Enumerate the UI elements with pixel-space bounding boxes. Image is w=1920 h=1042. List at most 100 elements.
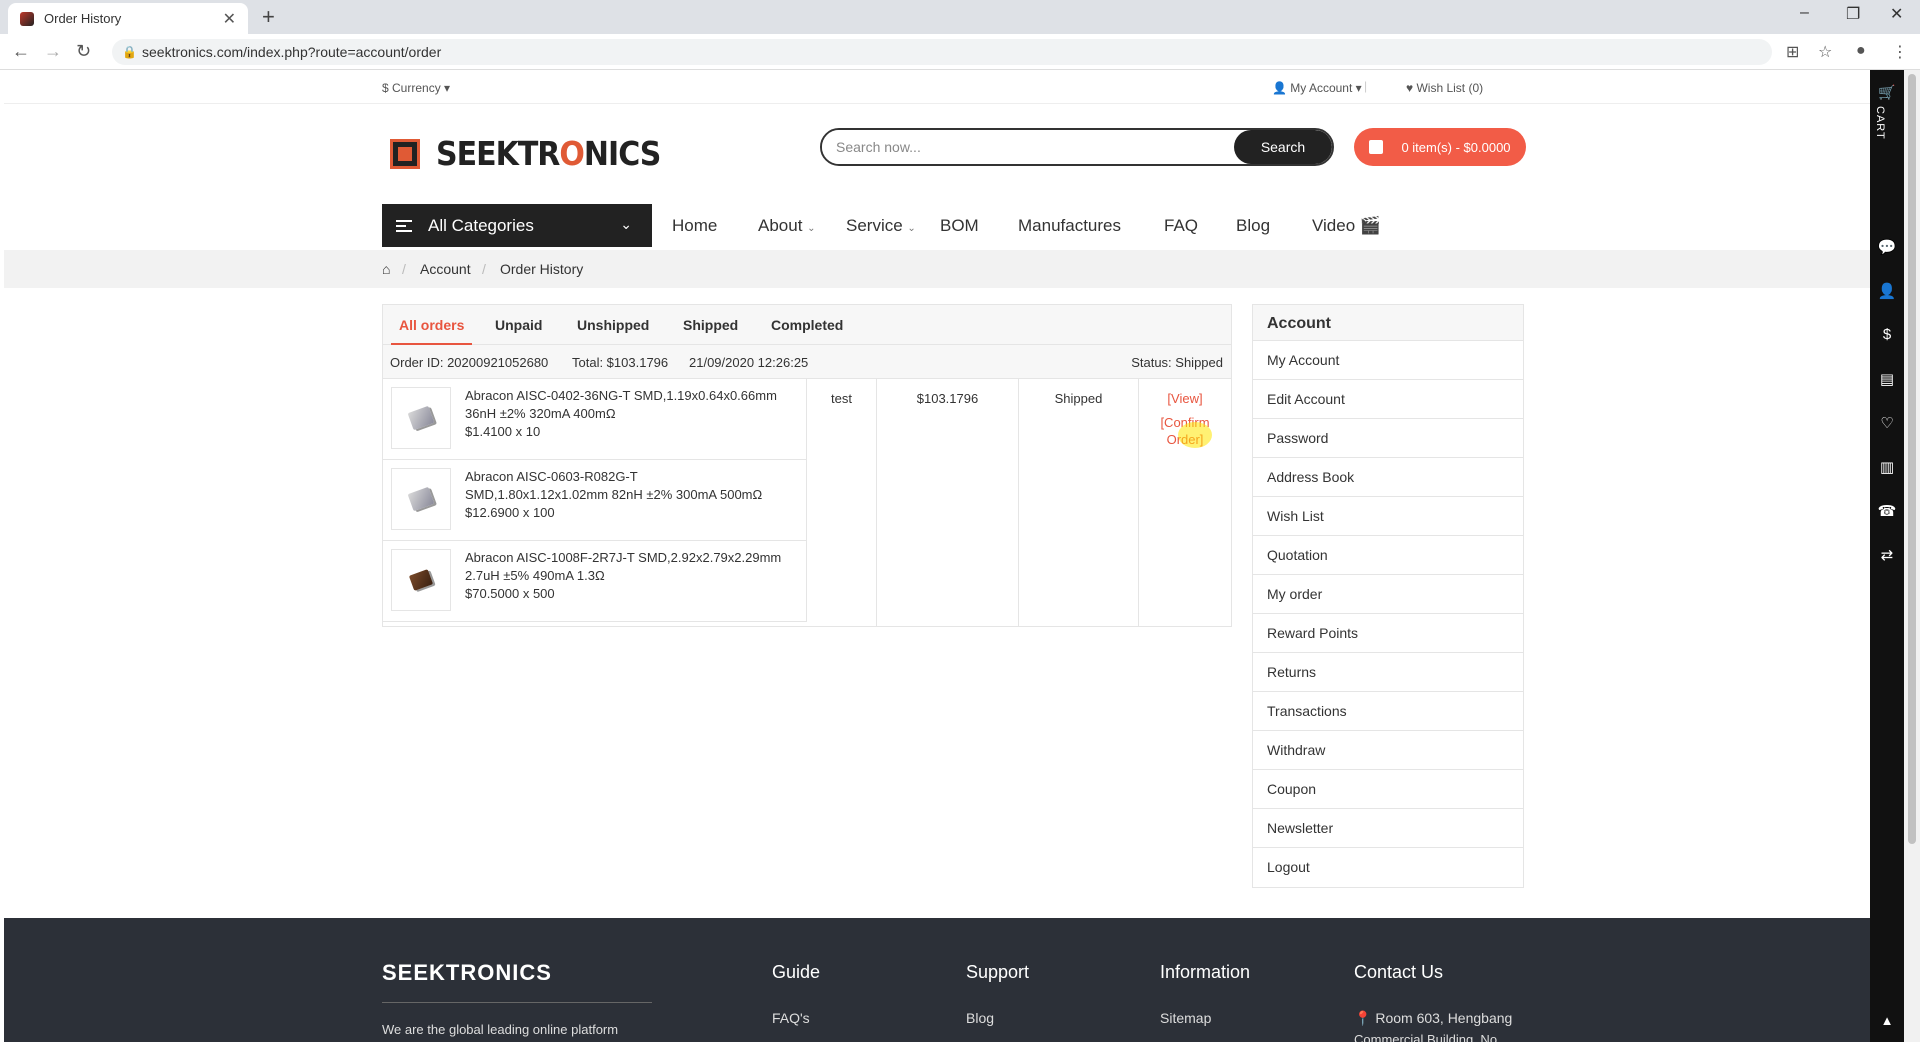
back-to-top-icon[interactable]: ▲ xyxy=(1870,1013,1904,1028)
sidebar-item-logout[interactable]: Logout xyxy=(1253,848,1523,887)
page: $ Currency ▾ 👤 My Account ▾ | ♥ Wish Lis… xyxy=(4,70,1870,1042)
phone-icon[interactable]: ☎ xyxy=(1870,502,1904,520)
cart-toolbar-label[interactable]: CART xyxy=(1874,106,1886,140)
breadcrumb-account[interactable]: Account xyxy=(420,261,471,277)
heart-icon[interactable]: ♡ xyxy=(1870,414,1904,432)
product-name[interactable]: Abracon AISC-0603-R082G-T xyxy=(465,468,801,486)
back-icon[interactable]: ← xyxy=(12,41,30,62)
sidebar-item-my-order[interactable]: My order xyxy=(1253,575,1523,614)
footer-faq-link[interactable]: FAQ's xyxy=(772,1010,810,1026)
product-name[interactable]: Abracon AISC-0402-36NG-T SMD,1.19x0.64x0… xyxy=(465,387,801,405)
product-name[interactable]: Abracon AISC-1008F-2R7J-T SMD,2.92x2.79x… xyxy=(465,549,801,567)
swap-icon[interactable]: ⇄ xyxy=(1870,546,1904,564)
order-customer: test xyxy=(807,379,877,626)
footer-address: 📍 Room 603, Hengbang xyxy=(1354,1010,1513,1026)
site-logo[interactable]: SEEKTRONICS xyxy=(382,128,661,180)
menu-about[interactable]: About ⌄ xyxy=(758,216,816,236)
site-favicon-icon xyxy=(20,11,34,26)
orders-panel: All orders Unpaid Unshipped Shipped Comp… xyxy=(382,304,1232,627)
tab-shipped[interactable]: Shipped xyxy=(683,317,738,333)
order-total: Total: $103.1796 xyxy=(572,355,669,370)
search-button[interactable]: Search xyxy=(1234,130,1332,164)
cart-icon[interactable]: 🛒 xyxy=(1870,84,1904,101)
wish-list-link[interactable]: ♥ Wish List (0) xyxy=(1406,81,1483,95)
breadcrumb-order-history[interactable]: Order History xyxy=(500,261,583,277)
home-icon[interactable]: ⌂ xyxy=(382,261,390,277)
sidebar-item-edit-account[interactable]: Edit Account xyxy=(1253,380,1523,419)
sidebar-item-password[interactable]: Password xyxy=(1253,419,1523,458)
document-icon[interactable]: ▤ xyxy=(1870,370,1904,388)
order-item: Abracon AISC-1008F-2R7J-T SMD,2.92x2.79x… xyxy=(383,541,807,622)
tab-unpaid[interactable]: Unpaid xyxy=(495,317,542,333)
breadcrumb: ⌂ / Account / Order History xyxy=(4,250,1870,288)
search-input[interactable] xyxy=(822,130,1232,164)
browser-menu-icon[interactable]: ⋮ xyxy=(1892,42,1908,62)
menu-blog[interactable]: Blog xyxy=(1236,216,1270,236)
currency-dropdown[interactable]: $ Currency ▾ xyxy=(382,81,450,95)
sidebar-item-quotation[interactable]: Quotation xyxy=(1253,536,1523,575)
menu-faq[interactable]: FAQ xyxy=(1164,216,1198,236)
tab-all-orders[interactable]: All orders xyxy=(390,317,473,345)
footer-sitemap-link[interactable]: Sitemap xyxy=(1160,1010,1211,1026)
product-thumbnail[interactable] xyxy=(391,387,451,449)
order-tabs: All orders Unpaid Unshipped Shipped Comp… xyxy=(383,305,1231,345)
forward-icon[interactable]: → xyxy=(44,41,62,62)
order-item: Abracon AISC-0402-36NG-T SMD,1.19x0.64x0… xyxy=(383,379,807,460)
sidebar-item-wish-list[interactable]: Wish List xyxy=(1253,497,1523,536)
reload-icon[interactable]: ↻ xyxy=(76,41,91,62)
footer-contact-title: Contact Us xyxy=(1354,962,1444,982)
menu-bom[interactable]: BOM xyxy=(940,216,979,236)
menu-manufactures[interactable]: Manufactures xyxy=(1018,216,1121,236)
account-sidebar: Account My Account Edit Account Password… xyxy=(1252,304,1524,888)
product-price: $12.6900 x 100 xyxy=(465,505,555,520)
user-icon[interactable]: 👤 xyxy=(1870,282,1904,300)
translate-icon[interactable]: ⊞ xyxy=(1786,42,1799,62)
sidebar-item-newsletter[interactable]: Newsletter xyxy=(1253,809,1523,848)
view-order-link[interactable]: [View] xyxy=(1139,391,1231,406)
video-icon: 🎬 xyxy=(1359,216,1382,235)
sidebar-item-coupon[interactable]: Coupon xyxy=(1253,770,1523,809)
all-categories-button[interactable]: All Categories ⌄ xyxy=(382,204,652,247)
sidebar-item-address-book[interactable]: Address Book xyxy=(1253,458,1523,497)
coin-icon[interactable]: $ xyxy=(1870,326,1904,343)
browser-tab[interactable]: Order History ✕ xyxy=(8,3,248,34)
product-spec: SMD,1.80x1.12x1.02mm 82nH ±2% 300mA 500m… xyxy=(465,487,763,502)
scrollbar-thumb[interactable] xyxy=(1908,74,1916,844)
search-box: Search xyxy=(820,128,1334,166)
close-window-button[interactable]: ✕ xyxy=(1890,4,1903,24)
restore-button[interactable]: ❐ xyxy=(1846,4,1860,24)
bookmark-star-icon[interactable]: ☆ xyxy=(1818,42,1832,62)
footer: SEEKTRONICS We are the global leading on… xyxy=(4,918,1870,1042)
close-tab-icon[interactable]: ✕ xyxy=(223,9,236,29)
browser-tab-title: Order History xyxy=(44,11,122,26)
url-field[interactable]: 🔒 seektronics.com/index.php?route=accoun… xyxy=(112,39,1772,65)
tab-completed[interactable]: Completed xyxy=(771,317,843,333)
page-scrollbar[interactable] xyxy=(1904,70,1920,1042)
product-thumbnail[interactable] xyxy=(391,468,451,530)
sidebar-item-my-account[interactable]: My Account xyxy=(1253,341,1523,380)
sidebar-item-returns[interactable]: Returns xyxy=(1253,653,1523,692)
sidebar-item-transactions[interactable]: Transactions xyxy=(1253,692,1523,731)
menu-video[interactable]: Video 🎬 xyxy=(1312,216,1381,236)
mouse-cursor-icon xyxy=(1178,422,1212,450)
footer-blog-link[interactable]: Blog xyxy=(966,1010,994,1026)
shopping-bag-icon xyxy=(1369,140,1384,154)
chat-icon[interactable]: 💬 xyxy=(1870,238,1904,256)
new-tab-button[interactable]: + xyxy=(262,4,275,30)
order-state: Shipped xyxy=(1019,379,1139,626)
menu-home[interactable]: Home xyxy=(672,216,717,236)
clipboard-icon[interactable]: ▥ xyxy=(1870,458,1904,476)
sidebar-item-withdraw[interactable]: Withdraw xyxy=(1253,731,1523,770)
footer-information-title: Information xyxy=(1160,962,1251,982)
my-account-dropdown[interactable]: 👤 My Account ▾ xyxy=(1272,81,1362,95)
logo-text: SEEKTRONICS xyxy=(436,134,661,174)
list-icon xyxy=(396,219,412,232)
profile-icon[interactable]: ● xyxy=(1856,42,1866,60)
footer-guide-title: Guide xyxy=(772,962,821,982)
tab-unshipped[interactable]: Unshipped xyxy=(577,317,649,333)
cart-button[interactable]: 0 item(s) - $0.0000 xyxy=(1354,128,1526,166)
minimize-button[interactable]: – xyxy=(1800,4,1809,22)
product-thumbnail[interactable] xyxy=(391,549,451,611)
menu-service[interactable]: Service ⌄ xyxy=(846,216,916,236)
sidebar-item-reward-points[interactable]: Reward Points xyxy=(1253,614,1523,653)
